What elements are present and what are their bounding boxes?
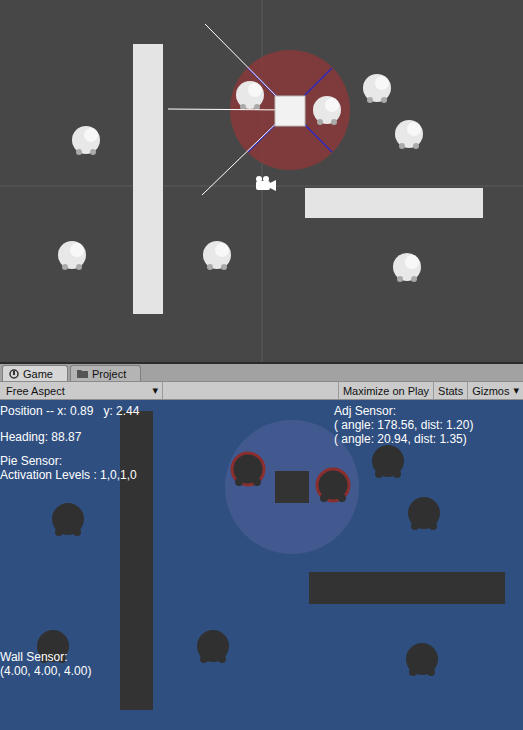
player	[275, 96, 305, 126]
folder-icon	[77, 369, 88, 378]
tab-bar: GameProject	[0, 364, 523, 382]
adj-sensor-reading: ( angle: 20.94, dist: 1.35)	[334, 432, 523, 446]
pie-sensor-levels: Activation Levels : 1,0,1,0	[0, 468, 240, 482]
game-view[interactable]: Position -- x: 0.89 y: 2.44 Heading: 88.8…	[0, 400, 523, 730]
toolbar-button[interactable]: Stats	[433, 382, 467, 399]
aspect-dropdown[interactable]: Free Aspect▾	[0, 382, 163, 399]
agent	[363, 74, 391, 103]
unity-editor: GameProjectFree Aspect▾ Maximize on PlayS…	[0, 0, 523, 730]
wall	[120, 411, 153, 710]
agent	[236, 81, 264, 110]
tab[interactable]: Project	[70, 365, 141, 381]
toolbar-button[interactable]: Gizmos▾	[467, 382, 523, 399]
agent	[317, 469, 349, 502]
wall-sensor-title: Wall Sensor:	[0, 650, 240, 664]
game-icon	[9, 369, 19, 379]
pie-sensor-title: Pie Sensor:	[0, 454, 240, 468]
wall	[309, 572, 505, 604]
agent	[72, 126, 100, 155]
adj-sensor-reading: ( angle: 178.56, dist: 1.20)	[334, 418, 523, 432]
position-label: Position -- x: 0.89 y: 2.44	[0, 404, 240, 418]
game-toolbar: Free Aspect▾ Maximize on PlayStatsGizmos▾	[0, 382, 523, 400]
toolbar-button[interactable]: Maximize on Play	[338, 382, 433, 399]
agent	[393, 253, 421, 282]
agent	[406, 643, 438, 676]
wall	[133, 44, 163, 314]
tab[interactable]: Game	[2, 365, 68, 381]
pie-sensor-area	[225, 420, 359, 554]
game-canvas[interactable]	[0, 400, 523, 730]
scene-view[interactable]	[0, 0, 523, 364]
agent	[203, 241, 231, 270]
adj-sensor-title: Adj Sensor:	[334, 404, 523, 418]
agent	[37, 630, 69, 663]
heading-label: Heading: 88.87	[0, 430, 240, 444]
hud: Position -- x: 0.89 y: 2.44 Heading: 88.8…	[0, 400, 523, 730]
agent	[52, 503, 84, 536]
agent	[372, 445, 404, 478]
wall-sensor-reading: (4.00, 4.00, 4.00)	[0, 664, 240, 678]
agent	[408, 497, 440, 530]
agent	[395, 120, 423, 149]
agent	[313, 96, 341, 125]
agent	[197, 630, 229, 663]
player	[275, 471, 309, 503]
scene-canvas[interactable]	[0, 0, 523, 362]
agent	[232, 453, 264, 486]
camera-icon	[256, 176, 276, 191]
wall	[305, 188, 483, 218]
agent	[58, 241, 86, 270]
